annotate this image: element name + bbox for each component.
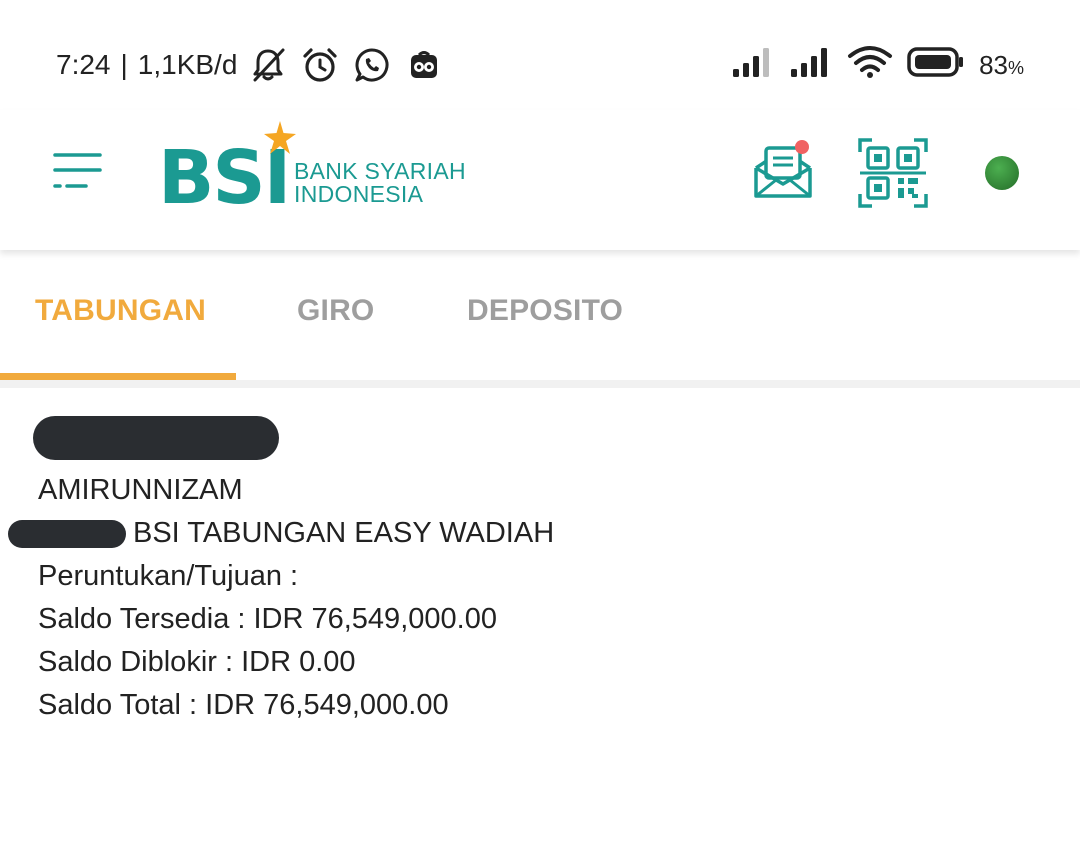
network-speed: 1,1KB/d: [137, 49, 238, 80]
battery-icon: [907, 46, 965, 85]
qr-scan-icon[interactable]: [858, 138, 928, 208]
battery-percent: 83%: [979, 50, 1024, 81]
balance-available: Saldo Tersedia : IDR 76,549,000.00: [38, 603, 497, 635]
tripadvisor-icon: [403, 44, 445, 86]
balance-blocked: Saldo Diblokir : IDR 0.00: [38, 646, 356, 678]
account-card[interactable]: AMIRUNNIZAM BSI TABUNGAN EASY WADIAH Per…: [0, 390, 1080, 790]
inbox-notification-icon[interactable]: [752, 138, 814, 200]
account-tabs: TABUNGAN GIRO DEPOSITO: [0, 250, 1080, 385]
battery-percent-unit: %: [1007, 57, 1024, 78]
signal-2-icon: [789, 45, 833, 86]
wifi-icon: [847, 45, 893, 86]
account-purpose: Peruntukan/Tujuan :: [38, 560, 299, 592]
signal-1-icon: [731, 45, 775, 86]
screen: 7:24 | 1,1KB/d 83% BSI BANK SYARIAH INDO…: [0, 0, 1080, 847]
status-time: 7:24: [56, 49, 111, 80]
status-right: 83%: [731, 40, 1024, 90]
whatsapp-icon: [351, 44, 393, 86]
app-header: BSI BANK SYARIAH INDONESIA: [0, 110, 1080, 250]
battery-percent-value: 83: [979, 49, 1008, 80]
account-product: BSI TABUNGAN EASY WADIAH: [133, 517, 555, 549]
tab-deposito[interactable]: DEPOSITO: [467, 294, 623, 338]
status-separator: |: [120, 49, 128, 80]
logo-text-line2: INDONESIA: [294, 181, 424, 207]
balance-total: Saldo Total : IDR 76,549,000.00: [38, 689, 449, 721]
alarm-clock-icon: [299, 44, 341, 86]
logo-text-line1: BANK SYARIAH: [294, 158, 466, 184]
account-holder-name: AMIRUNNIZAM: [38, 474, 243, 506]
tab-giro[interactable]: GIRO: [297, 294, 374, 338]
online-status-dot: [985, 156, 1019, 190]
star-icon: [262, 120, 298, 156]
hamburger-menu-icon[interactable]: [52, 150, 104, 194]
status-left: 7:24 | 1,1KB/d: [56, 40, 445, 90]
tab-tabungan[interactable]: TABUNGAN: [35, 294, 206, 338]
status-bar: 7:24 | 1,1KB/d 83%: [0, 0, 1080, 110]
redacted-account-number: [33, 416, 279, 460]
bell-off-icon: [247, 44, 289, 86]
bsi-logo: BSI BANK SYARIAH INDONESIA: [158, 118, 478, 218]
logo-text: BANK SYARIAH INDONESIA: [294, 160, 466, 206]
redacted-account-code: [8, 520, 126, 548]
tabs-divider: [0, 380, 1080, 388]
